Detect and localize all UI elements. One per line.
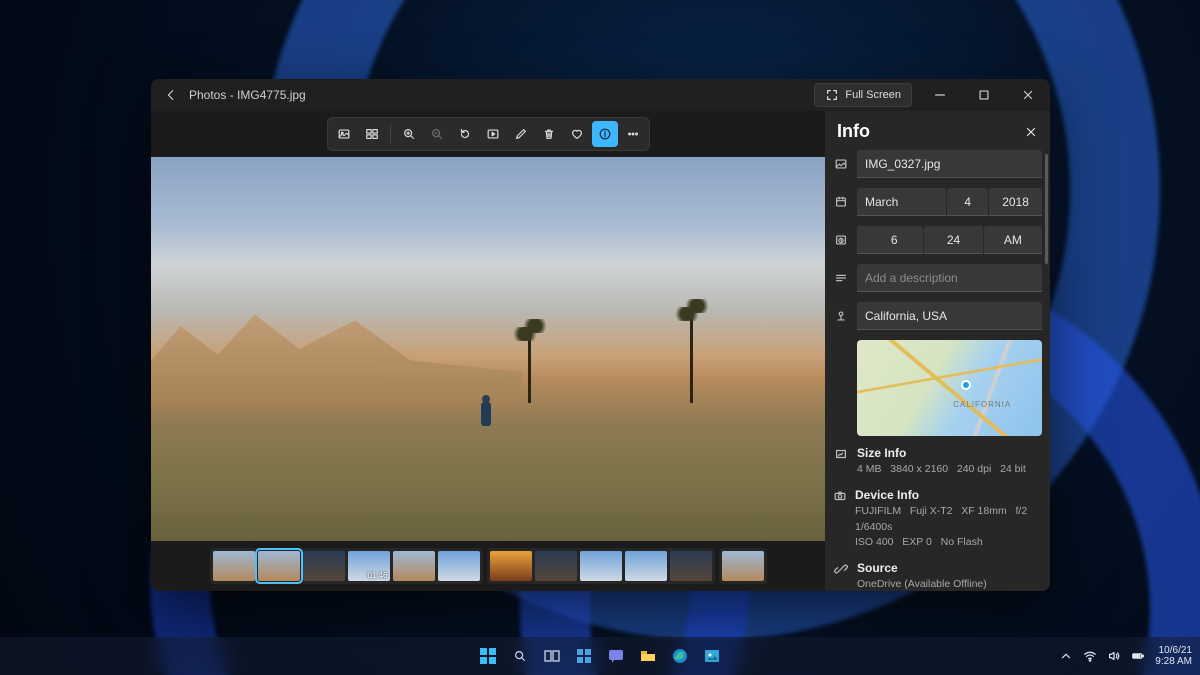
slideshow-button[interactable]	[480, 121, 506, 147]
volume-icon[interactable]	[1107, 649, 1121, 663]
date-month-field[interactable]: March	[857, 188, 946, 216]
image-icon	[833, 157, 849, 171]
filename-value: IMG_0327.jpg	[865, 157, 940, 171]
thumbnail[interactable]	[490, 551, 532, 581]
filmstrip: 01:46	[151, 541, 825, 591]
video-duration: 01:46	[367, 571, 387, 580]
link-icon	[833, 561, 849, 591]
time-ampm-field[interactable]: AM	[984, 226, 1042, 254]
photos-app-window: Photos - IMG4775.jpg Full Screen	[151, 79, 1050, 591]
location-icon	[833, 309, 849, 323]
scrollbar[interactable]	[1045, 154, 1048, 264]
time-hour-field[interactable]: 6	[857, 226, 923, 254]
time-hour: 6	[891, 233, 898, 247]
info-panel: Info IMG_0327.jpg March 4 2018	[825, 111, 1050, 591]
description-icon	[833, 271, 849, 285]
thumbnail[interactable]	[535, 551, 577, 581]
thumbnail[interactable]	[670, 551, 712, 581]
size-heading: Size Info	[857, 446, 1026, 460]
fullscreen-button[interactable]: Full Screen	[814, 83, 912, 107]
time-minute-field[interactable]: 24	[924, 226, 982, 254]
date-month: March	[865, 195, 898, 209]
description-field[interactable]: Add a description	[857, 264, 1042, 292]
source-heading: Source	[857, 561, 987, 575]
zoom-out-button[interactable]	[424, 121, 450, 147]
time-minute: 24	[947, 233, 960, 247]
time-ampm: AM	[1004, 233, 1022, 247]
system-tray[interactable]: 10/6/21 9:28 AM	[1059, 645, 1192, 668]
photo-content	[151, 157, 825, 541]
location-field[interactable]: California, USA	[857, 302, 1042, 330]
location-map[interactable]: CALIFORNIA	[857, 340, 1042, 436]
maximize-button[interactable]	[962, 79, 1006, 111]
date-year-field[interactable]: 2018	[989, 188, 1042, 216]
thumbnail[interactable]	[213, 551, 255, 581]
window-title: Photos - IMG4775.jpg	[189, 88, 306, 102]
location-value: California, USA	[865, 309, 947, 323]
date-year: 2018	[1002, 195, 1029, 209]
task-view-button[interactable]	[539, 643, 565, 669]
favorite-button[interactable]	[564, 121, 590, 147]
zoom-in-button[interactable]	[396, 121, 422, 147]
camera-icon	[833, 488, 847, 551]
minimize-button[interactable]	[918, 79, 962, 111]
date-day: 4	[964, 195, 971, 209]
more-button[interactable]	[620, 121, 646, 147]
info-button[interactable]	[592, 121, 618, 147]
edge-button[interactable]	[667, 643, 693, 669]
info-heading: Info	[837, 121, 1024, 142]
explorer-button[interactable]	[635, 643, 661, 669]
tray-overflow-icon[interactable]	[1059, 649, 1073, 663]
clock-icon	[833, 233, 849, 247]
close-button[interactable]	[1006, 79, 1050, 111]
taskbar-time: 9:28 AM	[1155, 656, 1192, 668]
taskbar-date: 10/6/21	[1155, 645, 1192, 657]
thumbnail[interactable]	[393, 551, 435, 581]
thumbnail-video[interactable]: 01:46	[348, 551, 390, 581]
description-placeholder: Add a description	[865, 271, 958, 285]
rotate-button[interactable]	[452, 121, 478, 147]
thumbnail[interactable]	[303, 551, 345, 581]
photos-app-button[interactable]	[699, 643, 725, 669]
edit-button[interactable]	[508, 121, 534, 147]
map-pin-icon	[961, 380, 971, 390]
size-meta: 4 MB 3840 x 2160 240 dpi 24 bit	[857, 462, 1026, 478]
date-day-field[interactable]: 4	[947, 188, 988, 216]
calendar-icon	[833, 195, 849, 209]
wifi-icon[interactable]	[1083, 649, 1097, 663]
close-panel-button[interactable]	[1024, 125, 1038, 139]
filename-field[interactable]: IMG_0327.jpg	[857, 150, 1042, 178]
search-button[interactable]	[507, 643, 533, 669]
viewer-pane: 01:46	[151, 111, 825, 591]
thumbnail[interactable]	[580, 551, 622, 581]
thumbnail[interactable]	[722, 551, 764, 581]
delete-button[interactable]	[536, 121, 562, 147]
photo-canvas[interactable]	[151, 157, 825, 541]
battery-icon[interactable]	[1131, 649, 1145, 663]
map-region-label: CALIFORNIA	[953, 400, 1011, 409]
size-icon	[833, 446, 849, 478]
toolbar	[327, 117, 650, 151]
thumbnail-selected[interactable]	[258, 551, 300, 581]
device-meta: FUJIFILM Fuji X-T2 XF 18mm f/2 1/6400s I…	[855, 504, 1042, 551]
source-value: OneDrive (Available Offline)	[857, 577, 987, 591]
chat-button[interactable]	[603, 643, 629, 669]
device-heading: Device Info	[855, 488, 1042, 502]
fullscreen-label: Full Screen	[845, 89, 901, 101]
start-button[interactable]	[475, 643, 501, 669]
thumbnail[interactable]	[625, 551, 667, 581]
taskbar: 10/6/21 9:28 AM	[0, 637, 1200, 675]
back-button[interactable]	[161, 88, 181, 102]
view-image-button[interactable]	[331, 121, 357, 147]
thumbnail[interactable]	[438, 551, 480, 581]
widgets-button[interactable]	[571, 643, 597, 669]
compare-button[interactable]	[359, 121, 385, 147]
taskbar-clock[interactable]: 10/6/21 9:28 AM	[1155, 645, 1192, 668]
titlebar: Photos - IMG4775.jpg Full Screen	[151, 79, 1050, 111]
